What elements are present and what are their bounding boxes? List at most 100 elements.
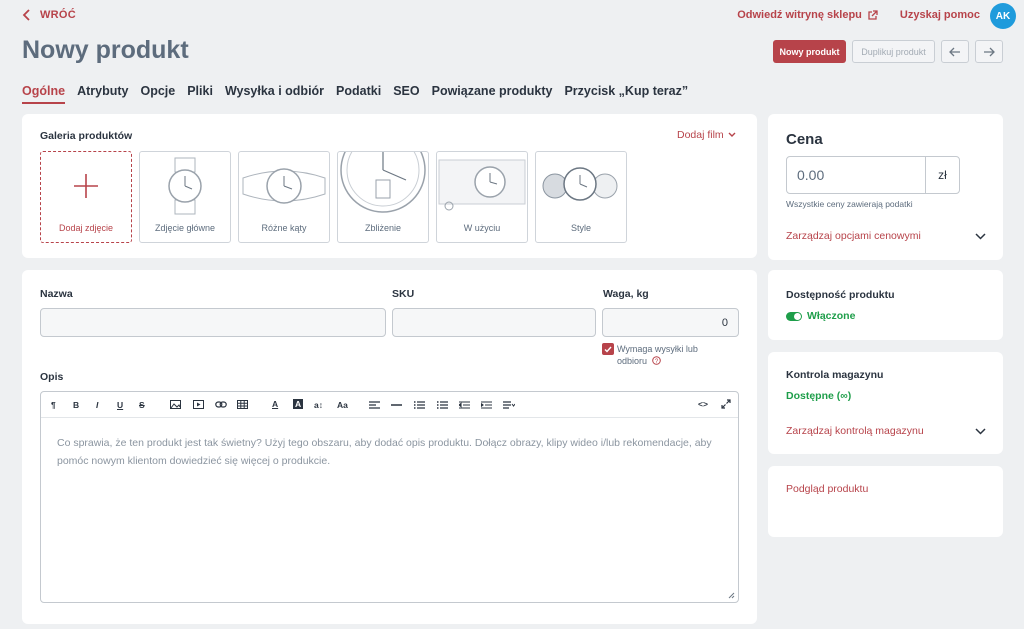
horizontal-rule-icon[interactable]	[391, 401, 402, 409]
chevron-left-icon	[22, 9, 30, 21]
paragraph-icon[interactable]: ¶	[51, 400, 56, 410]
numbered-list-icon[interactable]	[437, 401, 448, 409]
previous-product-button[interactable]	[941, 40, 969, 63]
align-left-icon[interactable]	[369, 401, 380, 409]
price-input[interactable]: 0.00 zł	[786, 156, 960, 194]
indent-icon[interactable]	[481, 401, 492, 409]
inventory-card	[768, 352, 1003, 454]
sku-label: SKU	[392, 288, 415, 300]
watch-side-icon	[242, 168, 326, 204]
add-photo-label: Dodaj zdjęcie	[58, 223, 114, 233]
shipping-checkbox-label: Wymaga wysyłki lub odbioru ?	[617, 343, 717, 367]
font-case-icon[interactable]: Aa	[337, 400, 348, 410]
paragraph-format-icon[interactable]	[503, 401, 515, 409]
availability-toggle[interactable]: Włączone	[786, 310, 855, 322]
description-editor[interactable]: ¶ B I U S A A a↕ Aa <> Co sprawia, że te…	[40, 391, 739, 603]
watches-icon	[542, 167, 618, 201]
description-placeholder: Co sprawia, że ten produkt jest tak świe…	[57, 437, 712, 467]
thumb-label: Style	[570, 223, 591, 233]
shipping-checkbox[interactable]	[602, 343, 614, 355]
check-icon	[604, 346, 612, 353]
tab-general[interactable]: Ogólne	[22, 84, 66, 104]
visit-store-link[interactable]: Odwiedź witrynę sklepu	[737, 9, 878, 21]
add-photo-button[interactable]: Dodaj zdjęcie	[40, 151, 132, 243]
bullet-list-icon[interactable]	[414, 401, 425, 409]
next-product-button[interactable]	[975, 40, 1003, 63]
watch-icon	[168, 157, 202, 215]
table-icon[interactable]	[237, 400, 248, 409]
thumb-main-photo[interactable]: Zdjęcie główne	[139, 151, 231, 243]
manage-inventory[interactable]: Zarządzaj kontrolą magazynu	[786, 425, 986, 437]
thumb-in-use[interactable]: W użyciu	[436, 151, 528, 243]
tab-buy-now-button[interactable]: Przycisk „Kup teraz”	[564, 84, 688, 104]
availability-title: Dostępność produktu	[786, 289, 895, 301]
weight-input[interactable]: 0	[602, 308, 739, 337]
background-color-icon[interactable]: A	[293, 399, 304, 409]
tab-related-products[interactable]: Powiązane produkty	[432, 84, 553, 104]
thumb-label: Zbliżenie	[364, 223, 402, 233]
new-product-button[interactable]: Nowy produkt	[773, 40, 846, 63]
watch-closeup-icon	[340, 152, 426, 213]
thumb-angles[interactable]: Różne kąty	[238, 151, 330, 243]
text-color-icon[interactable]: A	[272, 399, 278, 409]
image-icon[interactable]	[170, 400, 181, 409]
sku-input[interactable]	[392, 308, 596, 337]
external-link-icon	[868, 9, 878, 20]
thumb-styles[interactable]: Style	[535, 151, 627, 243]
editor-toolbar: ¶ B I U S A A a↕ Aa <>	[41, 392, 738, 418]
tab-attributes[interactable]: Atrybuty	[77, 84, 128, 104]
thumb-closeup[interactable]: Zbliżenie	[337, 151, 429, 243]
add-video-label: Dodaj film	[677, 129, 724, 141]
underline-icon[interactable]: U	[117, 400, 123, 410]
availability-card	[768, 270, 1003, 340]
visit-store-label: Odwiedź witrynę sklepu	[737, 9, 862, 21]
code-view-icon[interactable]: <>	[698, 399, 708, 409]
thumb-label: W użyciu	[463, 223, 501, 233]
inventory-status: Dostępne (∞)	[786, 390, 852, 402]
plus-icon	[74, 174, 98, 198]
gallery-title: Galeria produktów	[40, 130, 133, 142]
link-icon[interactable]	[215, 400, 227, 409]
thumb-label: Zdjęcie główne	[154, 223, 216, 233]
thumb-label: Różne kąty	[261, 223, 307, 233]
page-title: Nowy produkt	[22, 36, 189, 64]
product-preview-link[interactable]: Podgląd produktu	[786, 483, 868, 495]
weight-label: Waga, kg	[603, 288, 649, 300]
bold-icon[interactable]: B	[73, 400, 79, 410]
resize-handle-icon[interactable]	[728, 592, 735, 599]
outdent-icon[interactable]	[459, 401, 470, 409]
arrow-left-icon	[949, 47, 960, 56]
inventory-title: Kontrola magazynu	[786, 369, 884, 381]
name-input[interactable]	[40, 308, 386, 337]
watch-wrist-icon	[438, 159, 526, 211]
chevron-down-icon	[975, 232, 986, 240]
manage-inventory-label: Zarządzaj kontrolą magazynu	[786, 425, 924, 437]
strikethrough-icon[interactable]: S	[139, 400, 145, 410]
font-size-icon[interactable]: a↕	[314, 400, 323, 410]
avatar[interactable]: AK	[990, 3, 1016, 29]
toggle-switch[interactable]	[786, 311, 802, 321]
arrow-right-icon	[984, 47, 995, 56]
tab-seo[interactable]: SEO	[393, 84, 419, 104]
manage-price-options-label: Zarządzaj opcjami cenowymi	[786, 230, 921, 242]
add-video-link[interactable]: Dodaj film	[677, 129, 736, 141]
tab-shipping[interactable]: Wysyłka i odbiór	[225, 84, 324, 104]
tab-options[interactable]: Opcje	[140, 84, 175, 104]
fullscreen-icon[interactable]	[721, 399, 731, 409]
get-help-link[interactable]: Uzyskaj pomoc	[900, 9, 980, 21]
price-value: 0.00	[797, 167, 825, 183]
back-link[interactable]: WRÓĆ	[22, 9, 76, 21]
tab-files[interactable]: Pliki	[187, 84, 213, 104]
chevron-down-icon	[728, 132, 736, 137]
duplicate-product-button[interactable]: Duplikuj produkt	[852, 40, 935, 63]
italic-icon[interactable]: I	[96, 400, 98, 410]
price-note: Wszystkie ceny zawierają podatki	[786, 199, 913, 209]
name-label: Nazwa	[40, 288, 73, 300]
availability-status: Włączone	[807, 310, 856, 322]
price-title: Cena	[786, 131, 823, 148]
help-icon[interactable]: ?	[651, 356, 661, 365]
video-icon[interactable]	[193, 400, 204, 409]
manage-price-options[interactable]: Zarządzaj opcjami cenowymi	[786, 230, 986, 242]
back-label: WRÓĆ	[40, 9, 77, 21]
tab-taxes[interactable]: Podatki	[336, 84, 381, 104]
